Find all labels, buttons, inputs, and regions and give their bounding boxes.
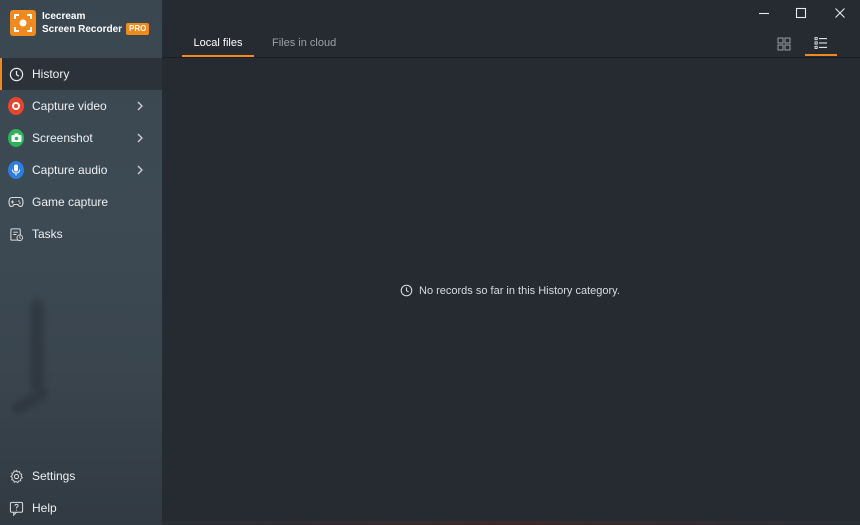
minimize-button[interactable]: [750, 3, 778, 23]
maximize-icon: [795, 7, 807, 19]
grid-view-button[interactable]: [768, 32, 800, 56]
sidebar-item-label: Tasks: [32, 227, 63, 241]
sidebar-item-capture-video[interactable]: Capture video: [0, 90, 162, 122]
app-name-line1: Icecream: [42, 11, 86, 22]
sidebar-item-label: Capture video: [32, 99, 107, 113]
taskbar-edge: [162, 521, 860, 525]
sidebar-item-label: Help: [32, 501, 57, 515]
sidebar-item-tasks[interactable]: Tasks: [0, 218, 162, 250]
sidebar-item-help[interactable]: Help: [0, 492, 162, 524]
tasks-icon: [8, 226, 24, 242]
sidebar-item-settings[interactable]: Settings: [0, 460, 162, 492]
minimize-icon: [759, 12, 769, 15]
pro-badge: PRO: [126, 23, 150, 35]
chevron-right-icon: [136, 133, 148, 143]
close-icon: [835, 8, 845, 18]
maximize-button[interactable]: [787, 3, 815, 23]
top-bar: Local files Files in cloud: [162, 0, 860, 58]
chevron-right-icon: [136, 101, 148, 111]
sidebar-item-label: Screenshot: [32, 131, 93, 145]
list-view-button[interactable]: [805, 32, 837, 56]
app-logo-icon: [10, 10, 36, 36]
background-figure-shadow: [9, 385, 51, 417]
app-name-line2: Screen Recorder: [42, 24, 123, 35]
camera-icon: [8, 129, 24, 147]
sidebar-item-label: History: [32, 67, 70, 81]
empty-state-message: No records so far in this History catego…: [400, 284, 620, 297]
tab-label: Local files: [193, 37, 243, 49]
main-panel: Local files Files in cloud No records so…: [162, 0, 860, 525]
list-view-icon: [814, 37, 827, 49]
sidebar-item-history[interactable]: History: [0, 58, 162, 90]
tab-local-files[interactable]: Local files: [182, 37, 254, 57]
tab-label: Files in cloud: [272, 37, 337, 49]
microphone-icon: [8, 161, 24, 179]
app-name: Icecream Screen Recorder PRO: [42, 10, 150, 36]
sidebar-item-label: Settings: [32, 469, 76, 483]
close-button[interactable]: [826, 3, 854, 23]
empty-state-text: No records so far in this History catego…: [419, 284, 620, 297]
sidebar-item-game-capture[interactable]: Game capture: [0, 186, 162, 218]
tab-files-in-cloud[interactable]: Files in cloud: [272, 37, 336, 57]
sidebar-item-label: Capture audio: [32, 163, 108, 177]
app-logo: Icecream Screen Recorder PRO: [0, 0, 162, 58]
sidebar: Icecream Screen Recorder PRO History Capt…: [0, 0, 162, 525]
sidebar-item-screenshot[interactable]: Screenshot: [0, 122, 162, 154]
gear-icon: [8, 468, 24, 484]
sidebar-item-label: Game capture: [32, 195, 109, 209]
background-figure: [30, 300, 44, 390]
sidebar-item-capture-audio[interactable]: Capture audio: [0, 154, 162, 186]
chevron-right-icon: [136, 165, 148, 175]
gamepad-icon: [8, 194, 24, 210]
clock-icon: [400, 284, 413, 297]
grid-view-icon: [777, 37, 791, 51]
clock-icon: [8, 66, 24, 82]
help-icon: [8, 500, 24, 516]
record-icon: [8, 97, 24, 115]
